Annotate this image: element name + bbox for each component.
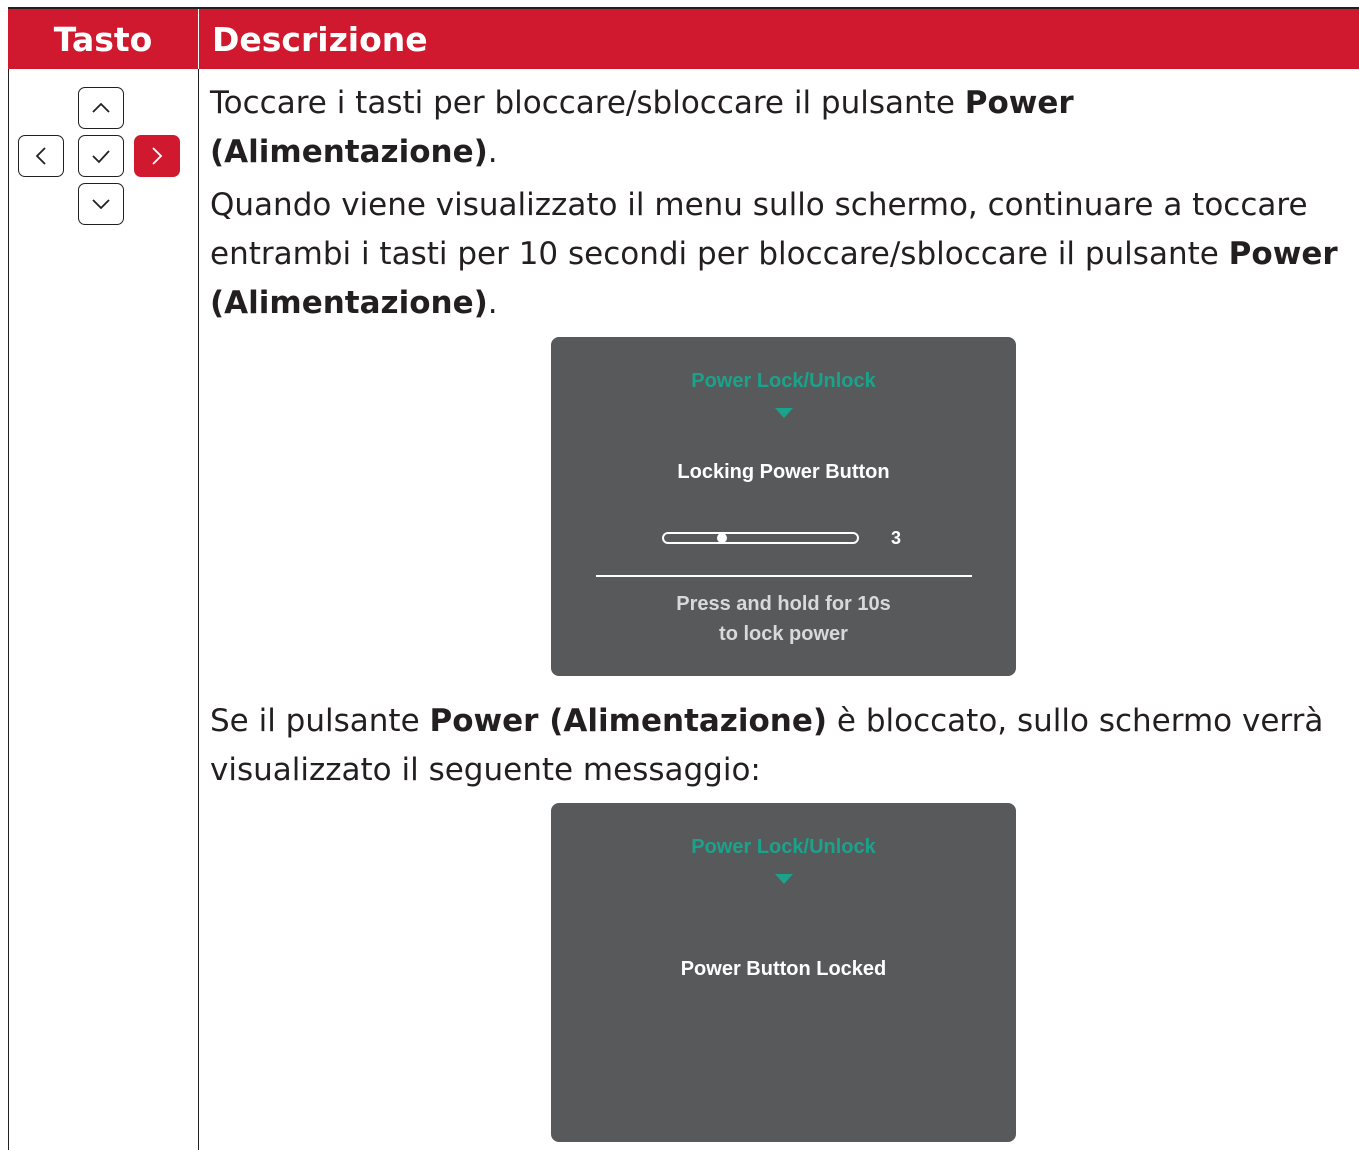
down-key[interactable] [78,183,124,225]
osd-hint-line2: to lock power [719,623,848,645]
paragraph-text-end: . [487,285,498,321]
paragraph-text-end: . [487,134,498,170]
down-triangle-icon [775,874,793,884]
left-key[interactable] [18,135,64,177]
osd-title: Power Lock/Unlock [691,370,876,392]
hold-instruction-paragraph: Quando viene visualizzato il menu sullo … [210,181,1350,328]
header-key: Tasto [53,20,153,59]
table-left-border [8,69,9,1150]
instruction-paragraph: Toccare i tasti per bloccare/sbloccare i… [210,79,1350,177]
up-key[interactable] [78,87,124,129]
osd-hint: Press and hold for 10s to lock power [551,589,1016,649]
countdown-progress-bar [662,532,859,544]
table-header: Tasto Descrizione [8,7,1359,69]
table-column-divider [198,69,199,1150]
osd-hint-line1: Press and hold for 10s [676,593,891,615]
locked-message-paragraph: Se il pulsante Power (Alimentazione) è b… [210,697,1350,795]
paragraph-text: Quando viene visualizzato il menu sullo … [210,187,1308,272]
chevron-left-icon [35,147,46,165]
osd-divider [596,575,972,577]
power-button-term: Power (Alimentazione) [429,703,828,739]
progress-knob [716,533,727,543]
key-cluster [18,87,180,237]
chevron-up-icon [92,102,110,113]
osd-locked-panel: Power Lock/Unlock Power Button Locked [551,803,1016,1142]
osd-title: Power Lock/Unlock [691,836,876,858]
osd-message: Locking Power Button [677,461,890,483]
chevron-right-icon [152,147,163,165]
paragraph-text: Se il pulsante [210,703,430,739]
header-description: Descrizione [212,20,428,59]
right-key-highlighted[interactable] [134,135,180,177]
down-triangle-icon [775,408,793,418]
osd-message: Power Button Locked [680,958,887,980]
ok-key[interactable] [78,135,124,177]
header-divider [198,9,199,69]
paragraph-text: Toccare i tasti per bloccare/sbloccare i… [210,85,965,121]
osd-locking-panel: Power Lock/Unlock Locking Power Button 3… [551,337,1016,676]
chevron-down-icon [92,199,110,210]
countdown-value: 3 [891,528,902,548]
check-icon [92,150,110,164]
